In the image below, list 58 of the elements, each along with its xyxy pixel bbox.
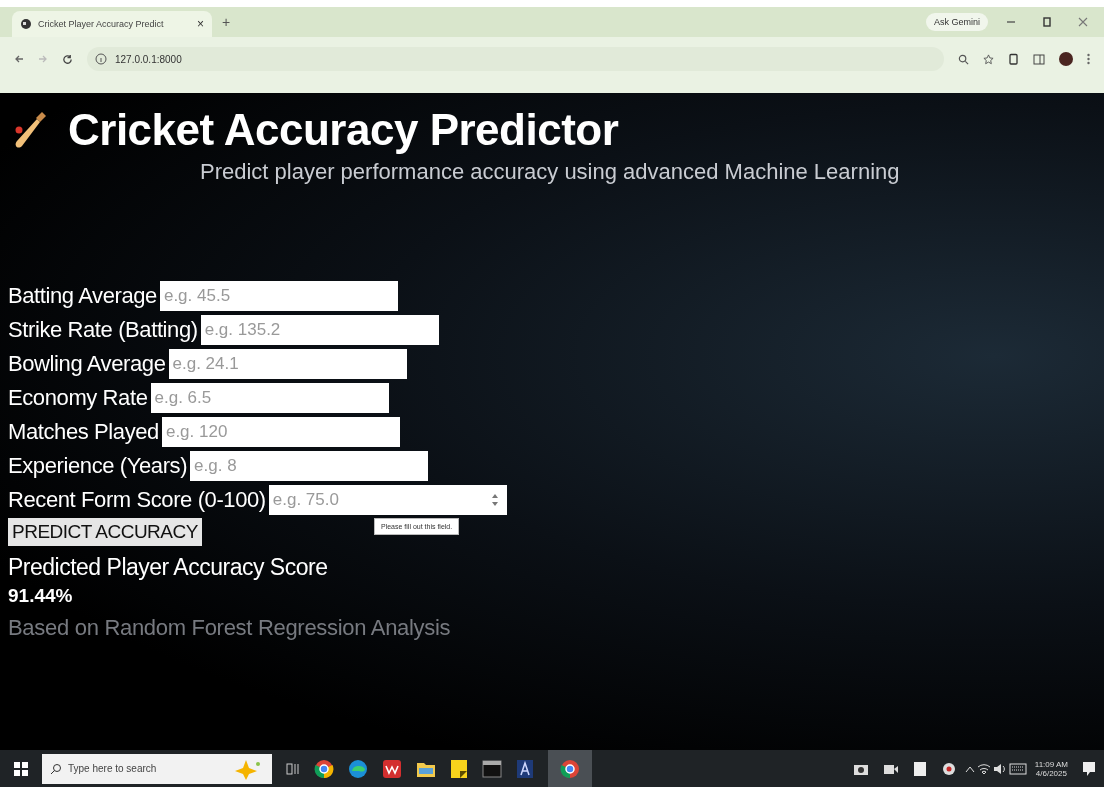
keyboard-icon[interactable] bbox=[1008, 762, 1027, 775]
field-label: Economy Rate bbox=[8, 385, 148, 411]
star-icon[interactable] bbox=[983, 53, 994, 65]
document-icon[interactable] bbox=[912, 760, 927, 777]
page-subtitle: Predict player performance accuracy using advanced Machine Learning bbox=[200, 159, 900, 185]
menu-icon[interactable] bbox=[1087, 53, 1090, 65]
field-label: Experience (Years) bbox=[8, 453, 188, 479]
notification-icon[interactable] bbox=[1082, 760, 1096, 777]
input-field[interactable]: e.g. 24.1 bbox=[168, 349, 407, 379]
profile-avatar-icon[interactable] bbox=[1059, 52, 1073, 66]
input-field[interactable]: e.g. 135.2 bbox=[200, 315, 439, 345]
ask-gemini-button[interactable]: Ask Gemini bbox=[926, 13, 988, 31]
sidebar-icon[interactable] bbox=[1033, 53, 1045, 65]
taskbar-search-field[interactable]: Type here to search bbox=[42, 753, 272, 784]
input-field[interactable]: e.g. 120 bbox=[161, 417, 400, 447]
task-view-icon[interactable] bbox=[286, 761, 300, 776]
result-note: Based on Random Forest Regression Analysis bbox=[8, 615, 451, 641]
reload-icon[interactable] bbox=[62, 53, 73, 65]
field-label: Recent Form Score (0-100) bbox=[8, 487, 266, 513]
sticky-notes-icon[interactable] bbox=[450, 758, 468, 779]
clipboard-icon[interactable] bbox=[1008, 53, 1019, 65]
taskbar-clock[interactable]: 11:09 AM 4/6/2025 bbox=[1034, 759, 1068, 778]
info-icon bbox=[95, 53, 107, 65]
app-icon[interactable] bbox=[382, 758, 402, 779]
page-title: Cricket Accuracy Predictor bbox=[68, 105, 619, 155]
caret-up-icon[interactable] bbox=[964, 764, 975, 773]
input-field[interactable]: e.g. 6.5 bbox=[150, 383, 389, 413]
chrome-icon bbox=[560, 758, 580, 779]
zoom-icon[interactable] bbox=[958, 53, 969, 65]
speaker-icon[interactable] bbox=[992, 762, 1007, 775]
field-label: Batting Average bbox=[8, 283, 157, 309]
field-label: Matches Played bbox=[8, 419, 159, 445]
input-field[interactable]: e.g. 8 bbox=[190, 451, 429, 481]
edge-icon[interactable] bbox=[348, 758, 368, 779]
tab-title: Cricket Player Accuracy Predict bbox=[38, 19, 165, 29]
active-taskbar-button[interactable] bbox=[548, 750, 592, 787]
letter-a-icon[interactable] bbox=[516, 758, 534, 779]
field-label: Strike Rate (Batting) bbox=[8, 317, 198, 343]
restore-icon[interactable] bbox=[1042, 17, 1052, 27]
close-icon[interactable] bbox=[1078, 17, 1088, 27]
search-icon bbox=[50, 762, 62, 775]
input-field[interactable]: e.g. 45.5 bbox=[159, 281, 398, 311]
result-heading: Predicted Player Accuracy Score bbox=[8, 554, 328, 581]
predict-button[interactable]: PREDICT ACCURACY bbox=[8, 518, 202, 546]
new-tab-button[interactable]: + bbox=[222, 14, 231, 30]
field-label: Bowling Average bbox=[8, 351, 166, 377]
terminal-icon[interactable] bbox=[482, 759, 502, 778]
browser-tab[interactable]: Cricket Player Accuracy Predict × bbox=[12, 11, 212, 37]
address-bar[interactable]: 127.0.0.1:8000 bbox=[87, 47, 944, 71]
chrome-icon[interactable] bbox=[314, 758, 334, 779]
wifi-icon[interactable] bbox=[976, 762, 991, 775]
number-input-field[interactable]: e.g. 75.0 bbox=[268, 485, 507, 515]
cricket-bat-icon bbox=[14, 110, 48, 150]
close-tab-button[interactable]: × bbox=[197, 17, 204, 31]
windows-start-icon[interactable] bbox=[14, 761, 28, 776]
back-arrow-icon[interactable] bbox=[14, 54, 24, 64]
result-value: 91.44% bbox=[8, 585, 73, 607]
spinner-icon[interactable] bbox=[490, 493, 499, 507]
